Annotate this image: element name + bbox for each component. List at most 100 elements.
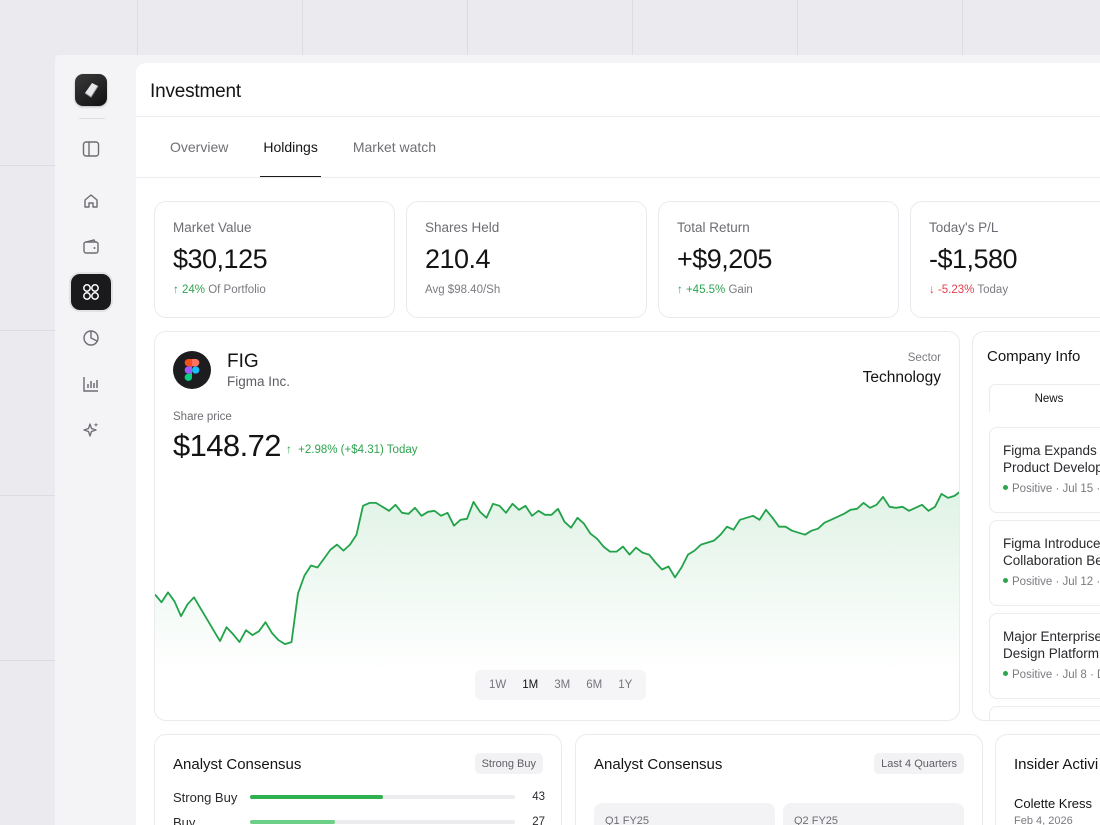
news-title-line: Product Develop (1003, 460, 1100, 475)
consensus-row: Buy 27 (173, 812, 545, 825)
news-item[interactable]: Major Enterprises Design Platform I Posi… (989, 613, 1100, 699)
kpi-sub: ↑ 24% Of Portfolio (173, 284, 266, 296)
pie-chart-icon (83, 330, 99, 346)
range-selector: 1W 1M 3M 6M 1Y (475, 670, 647, 700)
arrow-up-icon: ↑ (173, 284, 179, 296)
news-title-line: Figma Expands A (1003, 443, 1100, 458)
company-info-title: Company Info (987, 348, 1081, 365)
consensus-bar-fill (250, 820, 335, 824)
home-icon (84, 194, 98, 208)
news-title-line: Major Enterprises (1003, 629, 1100, 644)
consensus-bar-track (250, 795, 515, 799)
news-date: Jul 12 (1062, 576, 1094, 588)
period-badge[interactable]: Last 4 Quarters (874, 753, 964, 774)
news-item[interactable]: Figma Introduces Collaboration Bet Posit… (989, 520, 1100, 606)
positive-dot (1003, 578, 1008, 584)
kpi-change: -5.23% (937, 284, 975, 296)
kpi-change: 24% (181, 284, 205, 296)
bg-line (962, 0, 963, 55)
tab-market-watch[interactable]: Market watch (353, 117, 436, 177)
news-title-line: Collaboration Bet (1003, 553, 1100, 568)
range-1w[interactable]: 1W (481, 679, 514, 691)
sparkles-icon (83, 422, 99, 437)
kpi-value: +$9,205 (677, 244, 772, 274)
analyst-consensus-card: Analyst Consensus Strong Buy Strong Buy … (154, 734, 562, 825)
page-title: Investment (150, 81, 241, 102)
bg-line (0, 330, 55, 331)
kpi-label: Market Value (173, 220, 252, 235)
bar-chart-icon (83, 377, 98, 392)
company-name: Figma Inc. (227, 374, 291, 389)
arrow-down-icon: ↓ (929, 284, 935, 296)
consensus-bar-track (250, 820, 515, 824)
news-title-line: Design Platform I (1003, 646, 1100, 661)
consensus-label: Buy (173, 814, 196, 825)
positive-dot (1003, 671, 1008, 677)
range-1y[interactable]: 1Y (610, 679, 640, 691)
quarter-box: Q2 FY25 (783, 803, 964, 825)
news-item[interactable] (989, 706, 1100, 720)
consensus-row: Strong Buy 43 (173, 787, 545, 807)
tab-holdings[interactable]: Holdings (260, 117, 322, 178)
news-title-line: Figma Introduces (1003, 536, 1100, 551)
range-6m[interactable]: 6M (578, 679, 610, 691)
kpi-label: Total Return (677, 220, 750, 235)
news-item[interactable]: Figma Expands A Product Develop Positive… (989, 427, 1100, 513)
kpi-label: Shares Held (425, 220, 500, 235)
tabs-divider (136, 177, 1100, 178)
company-info-card: Company Info News Figma Expands A Produc… (972, 331, 1100, 721)
range-3m[interactable]: 3M (546, 679, 578, 691)
consensus-count: 43 (532, 791, 545, 803)
kpi-note: Gain (728, 284, 753, 296)
app-logo[interactable] (75, 74, 107, 106)
range-1m[interactable]: 1M (514, 679, 546, 691)
sidebar-item-reports[interactable] (71, 366, 111, 402)
stock-chart-card: FIG Figma Inc. Sector Technology Share p… (154, 331, 960, 721)
bg-line (797, 0, 798, 55)
kpi-card-market-value: Market Value $30,125 ↑ 24% Of Portfolio (154, 201, 395, 318)
news-sentiment: Positive (1012, 669, 1053, 681)
price-change-text: +2.98% (+$4.31) Today (298, 444, 418, 456)
insider-name: Colette Kress (1014, 796, 1093, 811)
kpi-card-total-return: Total Return +$9,205 ↑ +45.5% Gain (658, 201, 899, 318)
sidebar-item-ai[interactable] (71, 412, 111, 448)
kpi-note: Of Portfolio (208, 284, 266, 296)
kpi-note: Avg $98.40/Sh (425, 284, 501, 296)
bg-line (0, 660, 55, 661)
news-date: Jul 8 (1062, 669, 1087, 681)
price-area (155, 492, 959, 672)
news-sentiment: Positive (1012, 483, 1053, 495)
figma-logo (173, 351, 211, 389)
consensus-count: 27 (532, 816, 545, 825)
positive-dot (1003, 485, 1008, 491)
bg-line (0, 165, 55, 166)
bg-line (137, 0, 138, 55)
kpi-sub: ↑ +45.5% Gain (677, 284, 753, 296)
bg-line (302, 0, 303, 55)
sidebar-divider (79, 118, 105, 119)
sidebar-item-wallet[interactable] (71, 229, 111, 265)
share-price: $148.72 (173, 428, 281, 463)
analyst-consensus-title: Analyst Consensus (173, 756, 302, 773)
sidebar-item-home[interactable] (71, 183, 111, 219)
quarter-box: Q1 FY25 (594, 803, 775, 825)
tab-overview[interactable]: Overview (170, 117, 228, 177)
sidebar-item-analytics[interactable] (71, 320, 111, 356)
analyst-quarters-card: Analyst Consensus Last 4 Quarters Q1 FY2… (575, 734, 983, 825)
news-meta: Positive · Jul 12 · P (1003, 576, 1100, 588)
insider-activity-title: Insider Activi (1014, 756, 1099, 773)
tab-news[interactable]: News (989, 384, 1100, 412)
stock-symbol: FIG (227, 351, 259, 372)
kpi-value: 210.4 (425, 244, 491, 274)
sidebar-toggle-button[interactable] (71, 131, 111, 167)
kpi-value: -$1,580 (929, 244, 1018, 274)
tab-bar: Overview Holdings Market watch (170, 117, 471, 178)
figma-icon (184, 359, 200, 381)
price-chart[interactable] (155, 472, 960, 672)
kpi-value: $30,125 (173, 244, 268, 274)
kpi-card-shares-held: Shares Held 210.4 Avg $98.40/Sh (406, 201, 647, 318)
analyst-quarters-title: Analyst Consensus (594, 756, 723, 773)
insider-activity-card: Insider Activi Colette Kress Feb 4, 2026 (995, 734, 1100, 825)
sidebar-item-holdings[interactable] (71, 274, 111, 310)
consensus-label: Strong Buy (173, 789, 238, 805)
